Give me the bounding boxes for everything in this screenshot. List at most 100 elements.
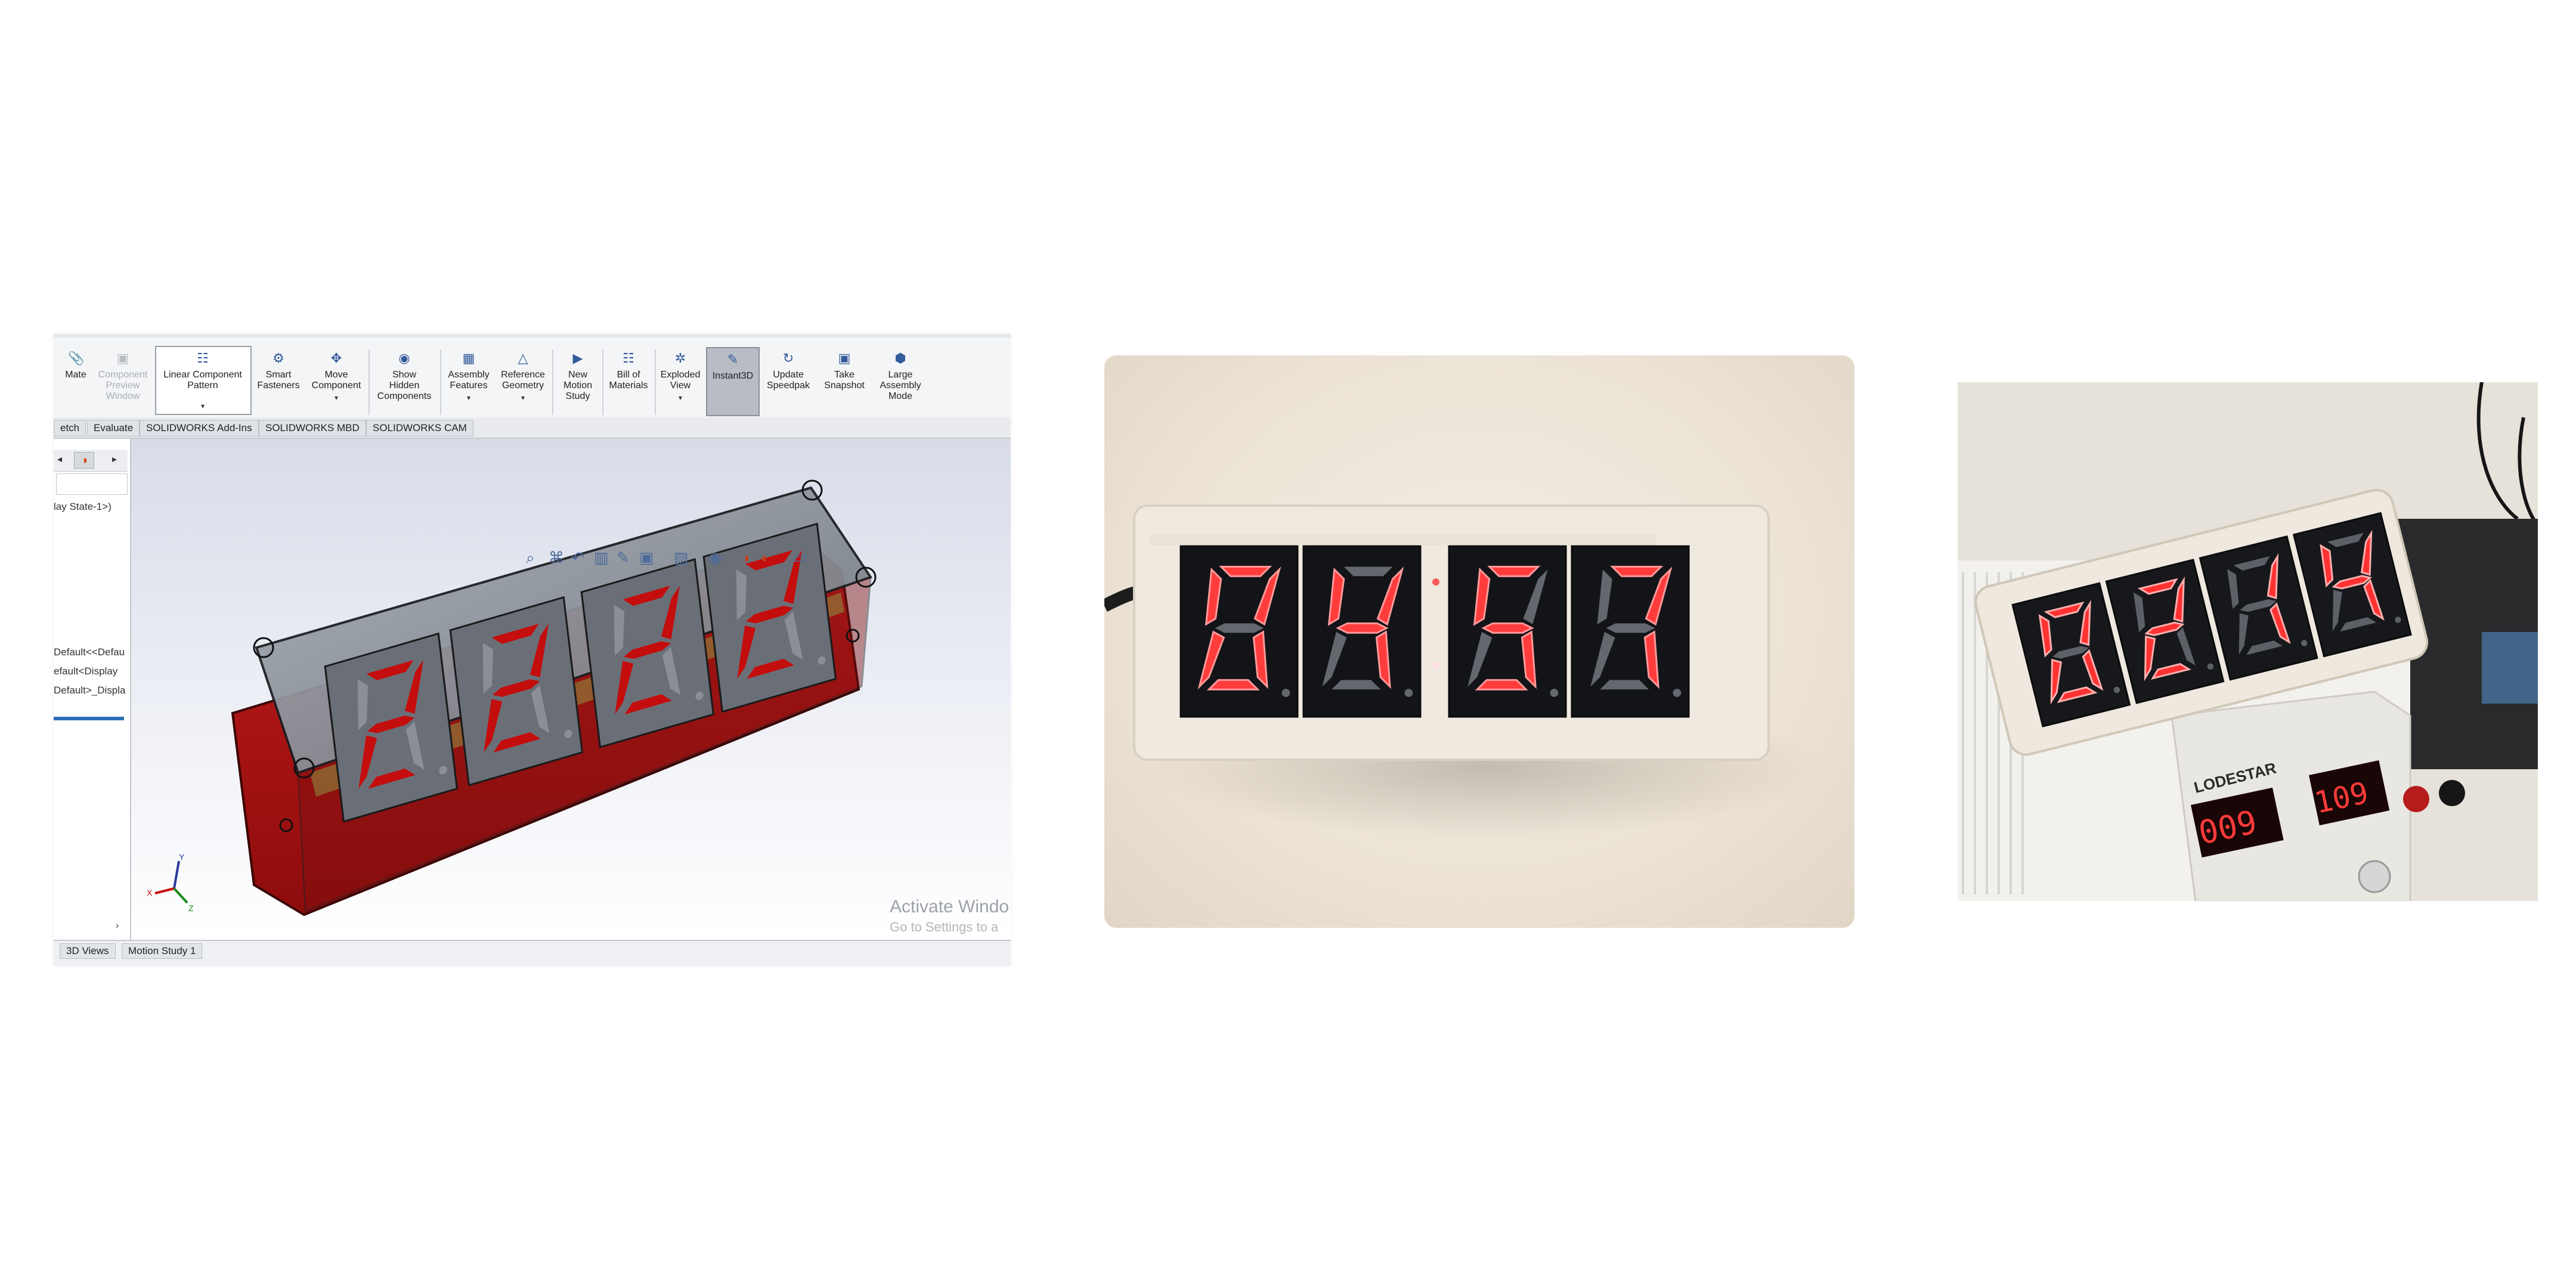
exploded-view-button[interactable]: ✲ Exploded View ▾ xyxy=(656,351,705,415)
smart-fasteners-icon: ⚙ xyxy=(273,351,284,366)
chevron-down-icon[interactable]: ▾ xyxy=(521,392,525,403)
axis-y-label: Y xyxy=(179,853,185,862)
chevron-down-icon[interactable]: ▾ xyxy=(467,392,470,403)
segment-d xyxy=(1475,679,1528,691)
clock-photo-front xyxy=(1104,355,1854,928)
axis-z-label: Z xyxy=(188,903,194,913)
zoom-area-icon[interactable]: ⌘ xyxy=(549,549,564,567)
chevron-down-icon[interactable]: ▾ xyxy=(335,392,338,403)
cad-model xyxy=(231,479,877,917)
motion-study-icon: ▶ xyxy=(572,351,583,366)
psu-terminal xyxy=(2403,786,2429,812)
linear-pattern-icon: ☷ xyxy=(197,351,209,366)
toolbar-top-strip xyxy=(54,334,1011,338)
segment-g xyxy=(1215,623,1264,633)
apply-scene-icon[interactable]: ◐ xyxy=(761,549,770,567)
axis-triad: Y X Z xyxy=(147,853,194,913)
tree-item[interactable]: lay State-1>) xyxy=(54,501,112,513)
tree-item[interactable]: Default>_Displa xyxy=(54,685,126,696)
mate-icon: 📎 xyxy=(68,351,85,366)
bom-icon: ☷ xyxy=(623,351,634,366)
axis-x-label: X xyxy=(147,888,153,897)
segment-a xyxy=(1610,565,1664,577)
segment-a xyxy=(1219,565,1272,577)
activate-windows-subtext: Go to Settings to a xyxy=(890,919,999,934)
tab-sketch[interactable]: etch xyxy=(54,420,86,436)
view-orientation-icon[interactable]: ▣ xyxy=(639,549,654,567)
edit-appearance-icon[interactable]: ◑ xyxy=(741,549,750,567)
bill-of-materials-button[interactable]: ☷ Bill of Materials xyxy=(603,351,654,415)
component-preview-button[interactable]: ▣ Component Preview Window xyxy=(94,351,151,415)
hide-show-icon[interactable]: ◉ xyxy=(708,549,722,567)
colon-dot xyxy=(1432,578,1439,586)
activate-windows-watermark: Activate Windo xyxy=(890,897,1010,917)
decimal-point xyxy=(1281,689,1290,697)
tab-evaluate[interactable]: Evaluate xyxy=(87,420,140,436)
smart-fasteners-button[interactable]: ⚙ Smart Fasteners xyxy=(252,351,305,415)
reference-geometry-icon: △ xyxy=(518,351,528,366)
chevron-down-icon[interactable]: ▾ xyxy=(679,392,682,403)
exploded-view-icon: ✲ xyxy=(674,351,686,366)
speedpak-icon: ↻ xyxy=(782,351,794,366)
component-preview-icon: ▣ xyxy=(116,351,129,366)
tree-item[interactable]: efault<Display xyxy=(54,665,117,677)
zoom-to-fit-icon[interactable]: ⌕ xyxy=(526,549,535,568)
chevron-right-icon[interactable]: ▸ xyxy=(112,453,117,465)
segment-d xyxy=(1206,679,1260,691)
tab-3d-views[interactable]: 3D Views xyxy=(60,943,116,959)
previous-view-icon[interactable]: ↶ xyxy=(571,549,584,567)
segment-g xyxy=(1481,622,1534,634)
panel-tabs: ◂ ◑ ▸ xyxy=(54,450,128,472)
decimal-point xyxy=(1404,689,1413,697)
large-assembly-mode-button[interactable]: ⬢ Large Assembly Mode xyxy=(872,351,929,415)
chevron-down-icon[interactable]: ▾ xyxy=(201,401,205,411)
tree-item[interactable]: Default<<Defau xyxy=(54,646,125,658)
decimal-point xyxy=(1673,689,1682,697)
decimal-point xyxy=(1550,689,1559,697)
display-style-icon[interactable]: ▧ xyxy=(674,549,689,567)
instant3d-icon: ✎ xyxy=(727,352,739,367)
tab-motion-study[interactable]: Motion Study 1 xyxy=(122,943,203,959)
assembly-features-icon: ▦ xyxy=(462,351,475,366)
bench-scene: LODESTAR 009 109 xyxy=(1957,382,2538,902)
tree-scroll-indicator xyxy=(54,717,124,720)
feature-manager-panel: ◂ ◑ ▸ lay State-1>) Default<<Defau efaul… xyxy=(54,439,131,940)
reference-geometry-button[interactable]: △ Reference Geometry ▾ xyxy=(495,351,551,415)
section-view-icon[interactable]: ▥ xyxy=(594,549,609,567)
dynamic-annotation-icon[interactable]: ✎ xyxy=(617,549,630,567)
segment-a xyxy=(1487,565,1541,577)
mate-button[interactable]: 📎 Mate xyxy=(61,351,91,415)
move-component-icon: ✥ xyxy=(330,351,342,366)
tab-cam[interactable]: SOLIDWORKS CAM xyxy=(366,420,473,436)
toolbar-separator xyxy=(440,349,441,415)
display-manager-icon[interactable]: ◑ xyxy=(74,452,94,469)
graphics-viewport[interactable]: ⌕ ⌘ ↶ ▥ ✎ ▣ ▧ ◉ ◑ ◐ ▭ Y X Z xyxy=(131,439,1011,939)
psu-knob xyxy=(2358,860,2391,893)
tab-mbd[interactable]: SOLIDWORKS MBD xyxy=(259,420,366,436)
update-speedpak-button[interactable]: ↻ Update Speedpak xyxy=(760,351,817,415)
segment-g xyxy=(1606,623,1655,633)
solidworks-window: 📎 Mate ▣ Component Preview Window ☷ Line… xyxy=(54,334,1011,966)
camera-icon: ▣ xyxy=(838,351,851,366)
colon-dot xyxy=(1432,662,1439,669)
large-assembly-icon: ⬢ xyxy=(894,351,906,366)
linear-component-pattern-button[interactable]: ☷ Linear Component Pattern ▾ xyxy=(156,351,249,415)
chevron-left-icon[interactable]: ◂ xyxy=(57,453,62,465)
show-hidden-components-button[interactable]: ◉ Show Hidden Components xyxy=(371,351,438,415)
clock-photo-scene xyxy=(1104,504,1820,838)
toolbar-separator xyxy=(552,349,553,415)
filter-input[interactable] xyxy=(56,473,128,495)
toolbar-separator xyxy=(369,349,370,415)
new-motion-study-button[interactable]: ▶ New Motion Study xyxy=(555,351,601,415)
assembly-features-button[interactable]: ▦ Assembly Features ▾ xyxy=(442,351,495,415)
chevron-right-icon[interactable]: › xyxy=(116,921,119,931)
show-hidden-icon: ◉ xyxy=(398,351,410,366)
view-settings-icon[interactable]: ▭ xyxy=(793,549,808,567)
take-snapshot-button[interactable]: ▣ Take Snapshot xyxy=(818,351,871,415)
instant3d-button[interactable]: ✎ Instant3D xyxy=(706,347,760,416)
tab-addins[interactable]: SOLIDWORKS Add-Ins xyxy=(140,420,259,436)
segment-g xyxy=(1336,622,1389,634)
clock-photo-bench: LODESTAR 009 109 xyxy=(1957,382,2538,902)
psu-terminal xyxy=(2439,780,2465,806)
move-component-button[interactable]: ✥ Move Component ▾ xyxy=(306,351,366,415)
